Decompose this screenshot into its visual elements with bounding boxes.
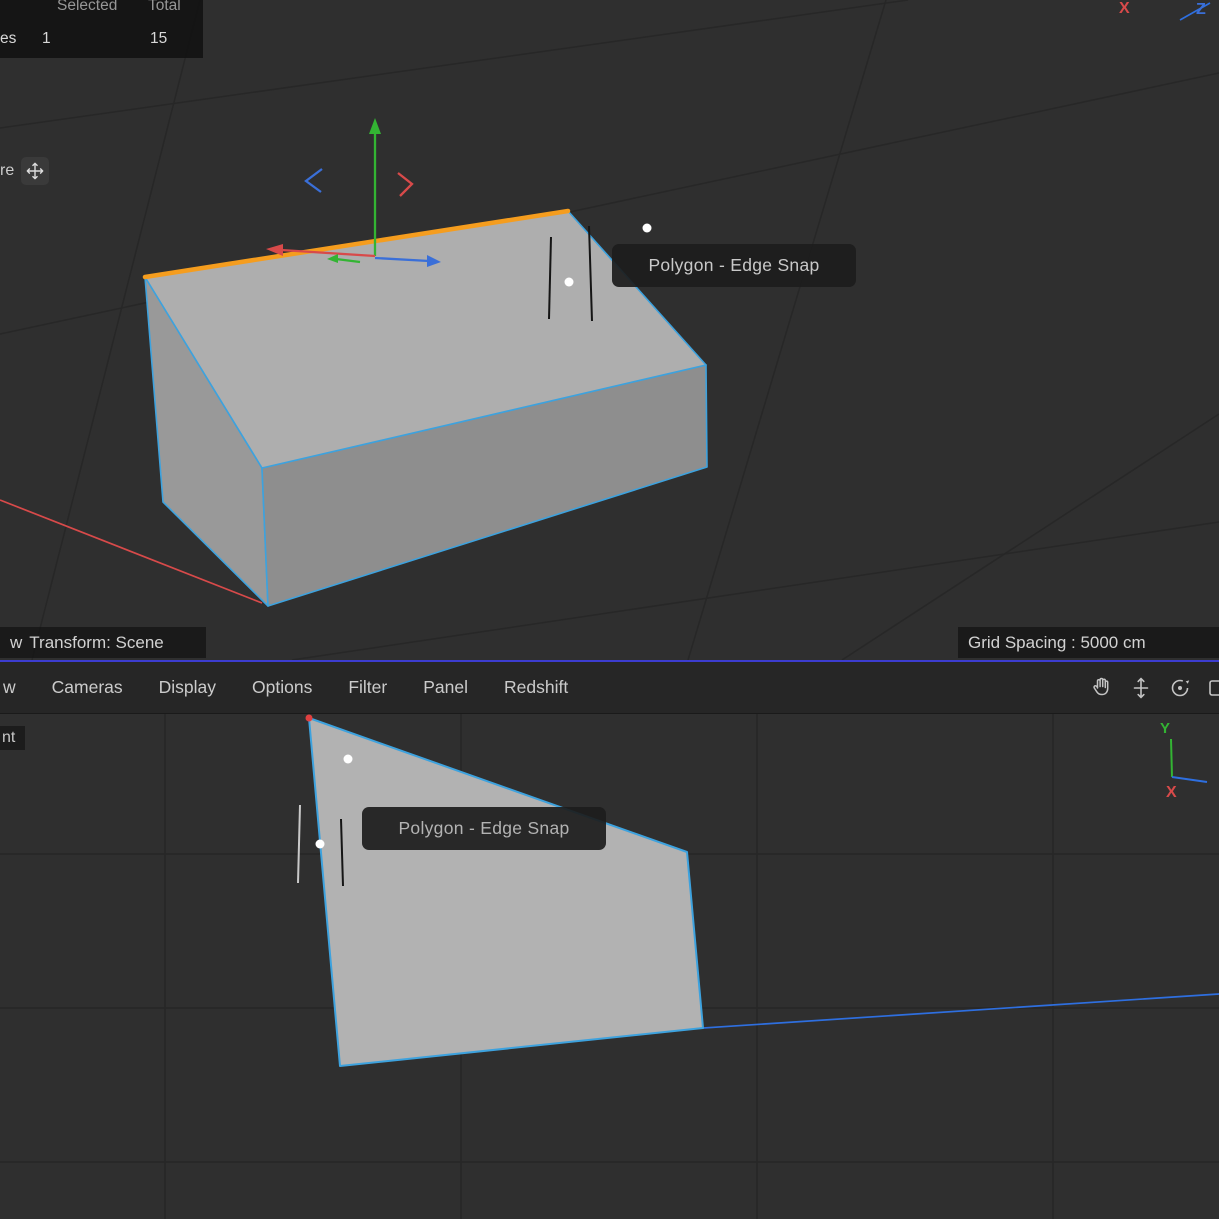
transform-label: Transform: Scene <box>29 633 163 653</box>
grid-spacing-hud-chip: Grid Spacing : 5000 cm <box>958 627 1219 658</box>
stats-total-value: 15 <box>150 30 167 48</box>
ortho-viewport-name-chip: nt <box>0 726 25 750</box>
snap-point-dot <box>344 755 353 764</box>
axis-y-label: Y <box>1160 720 1170 737</box>
active-tool-chip: re <box>0 155 49 187</box>
gizmo-x-arrowhead[interactable] <box>266 244 283 256</box>
menu-item-filter[interactable]: Filter <box>348 677 387 698</box>
polygon-face[interactable] <box>309 718 703 1066</box>
menu-item-panel[interactable]: Panel <box>423 677 468 698</box>
axis-z-label: Z <box>1196 1 1206 18</box>
axis-orientation-indicator: Y X <box>1160 720 1207 801</box>
c4d-application-window: X Z Selected Total es 1 15 re Polygon - … <box>0 0 1219 1219</box>
pan-hand-icon[interactable] <box>1090 676 1114 700</box>
transform-hud-chip: w Transform: Scene <box>0 627 206 658</box>
stats-row-label: es <box>0 30 16 48</box>
gizmo-bent-handle-red[interactable] <box>398 173 412 196</box>
gizmo-bent-handle-blue[interactable] <box>306 169 322 192</box>
stats-header-selected: Selected <box>57 0 117 15</box>
transform-prefix: w <box>10 633 22 653</box>
selected-vertex-dot[interactable] <box>306 715 313 722</box>
stats-header-total: Total <box>148 0 181 15</box>
panel-toggle-icon[interactable] <box>1207 676 1219 700</box>
axis-x-label: X <box>1119 0 1130 17</box>
axis-y-line <box>1171 739 1172 777</box>
move-icon <box>25 161 45 181</box>
menu-item-options[interactable]: Options <box>252 677 312 698</box>
axis-x-label: X <box>1166 784 1177 801</box>
move-tool-button[interactable] <box>21 157 49 185</box>
perspective-viewport[interactable]: X Z <box>0 0 1219 660</box>
snap-tooltip: Polygon - Edge Snap <box>362 807 606 850</box>
orbit-icon[interactable] <box>1168 676 1192 700</box>
snap-guide-tick <box>298 805 300 883</box>
grid-spacing-label: Grid Spacing : 5000 cm <box>968 633 1146 653</box>
snap-point-dot <box>643 224 652 233</box>
snap-point-dot <box>316 840 325 849</box>
snap-point-dot <box>565 278 574 287</box>
statistics-hud-panel: Selected Total es 1 15 <box>0 0 203 58</box>
menu-item-view-cut[interactable]: w <box>3 677 16 698</box>
gizmo-y-arrowhead[interactable] <box>369 118 381 134</box>
menu-item-display[interactable]: Display <box>159 677 216 698</box>
viewport-nav-icons <box>1090 662 1219 713</box>
menu-item-redshift[interactable]: Redshift <box>504 677 568 698</box>
axis-z-line <box>1172 777 1207 782</box>
menu-item-cameras[interactable]: Cameras <box>52 677 123 698</box>
ortho-viewport[interactable]: Y X <box>0 713 1219 1219</box>
snap-tooltip: Polygon - Edge Snap <box>612 244 856 287</box>
dolly-zoom-icon[interactable] <box>1129 676 1153 700</box>
tool-chip-label: re <box>0 162 14 180</box>
stats-selected-value: 1 <box>42 30 51 48</box>
viewport-menu-bar: w Cameras Display Options Filter Panel R… <box>0 662 1219 714</box>
